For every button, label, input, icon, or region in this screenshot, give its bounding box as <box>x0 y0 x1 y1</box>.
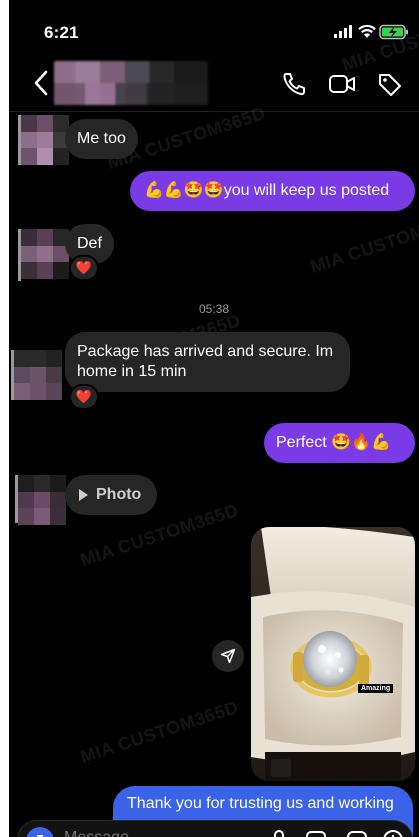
incoming-message[interactable]: Me too <box>65 119 138 159</box>
image-caption: Amazing <box>358 684 394 693</box>
phone-call-icon[interactable] <box>281 72 307 96</box>
battery-charging-icon <box>379 24 408 40</box>
chat-screen: 6:21 MIA CUSTOM365D MIA CUSTOM365D MIA C… <box>9 0 419 837</box>
share-button[interactable] <box>212 640 244 672</box>
incoming-message[interactable]: Package has arrived and secure. Im home … <box>65 332 350 392</box>
photo-label: Photo <box>96 486 142 503</box>
send-arrow-icon <box>220 648 236 664</box>
tag-icon[interactable] <box>377 72 403 96</box>
contact-name-blurred[interactable] <box>54 61 208 105</box>
cellular-signal-icon <box>334 25 352 38</box>
message-timestamp: 05:38 <box>198 302 230 316</box>
wifi-icon <box>358 24 376 38</box>
status-time: 6:21 <box>44 23 79 42</box>
watermark: MIA CUSTOM365D <box>307 207 419 278</box>
heart-reaction[interactable]: ❤️ <box>69 255 99 281</box>
contact-avatar[interactable] <box>21 115 69 165</box>
outgoing-message[interactable]: Perfect 🤩🔥💪 <box>264 423 415 463</box>
add-icon[interactable] <box>382 829 404 837</box>
contact-avatar[interactable] <box>18 475 66 525</box>
camera-icon <box>37 835 43 837</box>
ring-photo-message[interactable]: Amazing <box>251 527 415 781</box>
message-input[interactable] <box>64 829 184 837</box>
microphone-icon[interactable] <box>268 829 290 837</box>
outgoing-message[interactable]: 💪💪🤩🤩you will keep us posted <box>130 171 415 211</box>
gallery-icon[interactable] <box>305 829 327 837</box>
status-bar: 6:21 <box>9 0 419 52</box>
contact-avatar[interactable] <box>21 229 69 279</box>
ring-box-image <box>251 527 415 781</box>
watermark: MIA CUSTOM365D <box>77 697 241 768</box>
chat-header <box>9 52 419 112</box>
camera-button[interactable] <box>26 827 54 837</box>
sticker-icon[interactable] <box>346 829 368 837</box>
contact-avatar[interactable] <box>14 350 62 400</box>
message-composer <box>17 820 413 837</box>
play-icon <box>79 489 88 501</box>
back-chevron-icon[interactable] <box>33 70 49 96</box>
heart-reaction[interactable]: ❤️ <box>69 384 99 410</box>
video-call-icon[interactable] <box>328 72 356 96</box>
photo-message[interactable]: Photo <box>65 475 157 515</box>
